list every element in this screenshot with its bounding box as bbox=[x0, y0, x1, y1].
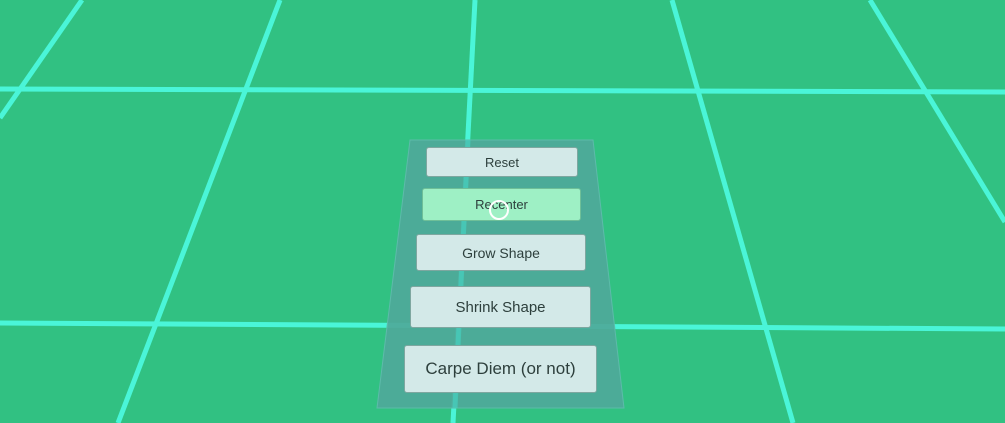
grid-line-horizontal-far bbox=[0, 86, 1005, 95]
shrink-shape-button[interactable]: Shrink Shape bbox=[410, 286, 591, 328]
carpe-diem-button[interactable]: Carpe Diem (or not) bbox=[404, 345, 597, 393]
recenter-button-label: Recenter bbox=[475, 197, 528, 212]
reset-button-label: Reset bbox=[485, 154, 519, 170]
reset-button[interactable]: Reset bbox=[426, 147, 578, 177]
recenter-button[interactable]: Recenter bbox=[422, 188, 581, 221]
carpe-diem-button-label: Carpe Diem (or not) bbox=[425, 359, 576, 378]
grow-shape-button-label: Grow Shape bbox=[462, 244, 540, 261]
shrink-shape-button-label: Shrink Shape bbox=[455, 298, 546, 316]
grow-shape-button[interactable]: Grow Shape bbox=[416, 234, 586, 271]
